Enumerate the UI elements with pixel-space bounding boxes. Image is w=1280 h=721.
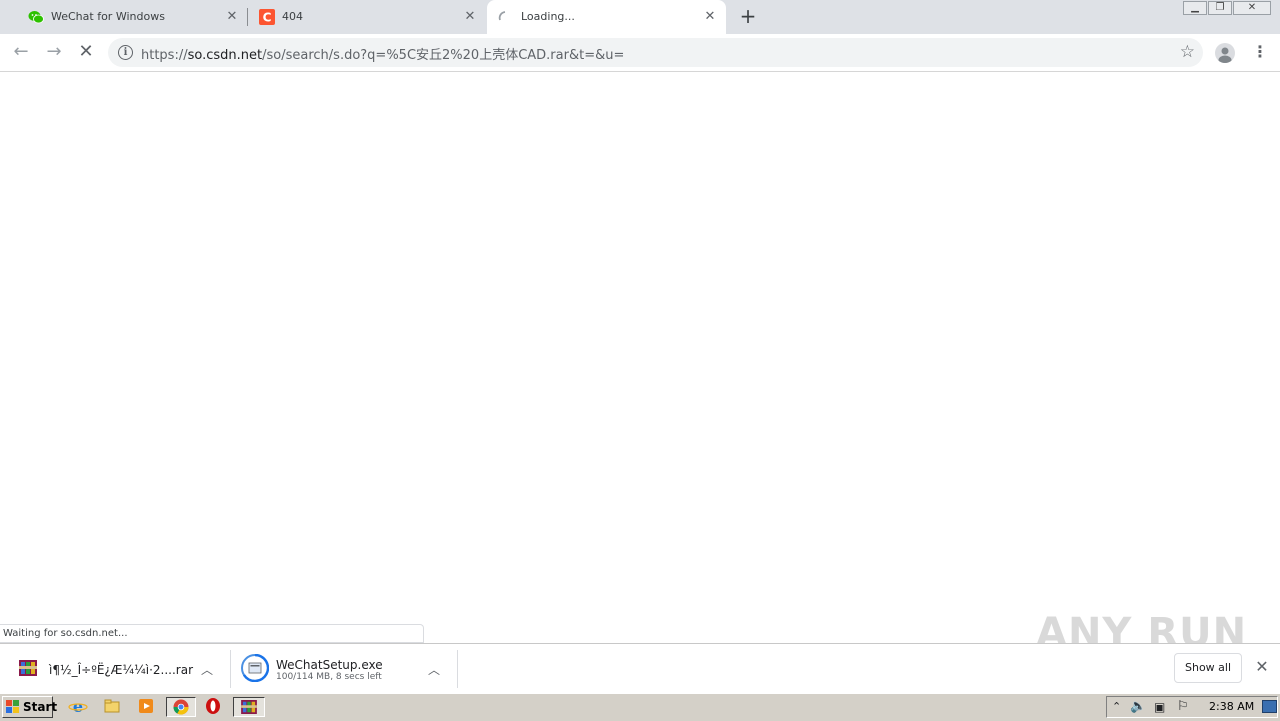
download-item[interactable]: ì¶½_Î÷ºË¿Æ¼¼ì·2....rar ︿ <box>0 644 230 694</box>
chevron-up-icon[interactable]: ︿ <box>201 661 213 678</box>
show-all-button[interactable]: Show all <box>1174 653 1242 683</box>
tab-404[interactable]: C 404 ✕ <box>248 0 486 34</box>
action-center-flag-icon[interactable]: ⚐ <box>1177 699 1189 714</box>
download-filename: WeChatSetup.exe <box>276 658 383 672</box>
url-text[interactable]: https://so.csdn.net/so/search/s.do?q=%5C… <box>141 44 624 63</box>
download-shelf: ì¶½_Î÷ºË¿Æ¼¼ì·2....rar ︿ WeChatSetup.exe… <box>0 643 1280 694</box>
taskbar: Start e ⌃ 🔈 ▣ ⚐ 2:38 AM <box>0 693 1280 721</box>
svg-text:C: C <box>263 11 272 25</box>
browser-toolbar: ← → ✕ i https://so.csdn.net/so/search/s.… <box>0 34 1280 72</box>
minimize-button[interactable]: ▁ <box>1183 1 1207 15</box>
forward-button[interactable]: → <box>43 41 65 63</box>
download-item[interactable]: WeChatSetup.exe 100/114 MB, 8 secs left … <box>231 644 457 694</box>
winrar-taskbar-icon[interactable] <box>233 697 265 717</box>
bookmark-star-icon[interactable]: ☆ <box>1180 42 1195 62</box>
chevron-up-icon[interactable]: ︿ <box>428 661 440 678</box>
tab-title: Loading... <box>521 10 575 23</box>
divider <box>457 650 458 688</box>
url-path: /so/search/s.do?q=%5C安丘2%20上壳体CAD.rar&t=… <box>262 48 625 63</box>
opera-icon[interactable] <box>203 697 225 717</box>
system-tray: ⌃ 🔈 ▣ ⚐ 2:38 AM <box>1106 696 1278 718</box>
media-player-icon[interactable] <box>136 697 158 717</box>
start-label: Start <box>23 700 58 714</box>
loading-spinner-icon <box>498 11 506 21</box>
wechat-icon <box>28 11 44 24</box>
tab-title: WeChat for Windows <box>51 10 165 23</box>
chrome-icon[interactable] <box>166 697 196 717</box>
page-content <box>0 72 1280 624</box>
tab-strip: WeChat for Windows ✕ C 404 ✕ Loading... … <box>0 0 1280 34</box>
download-filename: ì¶½_Î÷ºË¿Æ¼¼ì·2....rar <box>49 663 194 677</box>
tab-title: 404 <box>282 10 303 23</box>
site-info-icon[interactable]: i <box>118 45 133 60</box>
tab-wechat[interactable]: WeChat for Windows ✕ <box>8 0 248 34</box>
close-tab-icon[interactable]: ✕ <box>224 9 240 25</box>
network-icon[interactable]: ▣ <box>1154 700 1165 714</box>
installer-icon <box>241 654 269 682</box>
show-hidden-icons-icon[interactable]: ⌃ <box>1112 700 1121 713</box>
close-tab-icon[interactable]: ✕ <box>462 9 478 25</box>
svg-text:e: e <box>73 697 83 715</box>
internet-explorer-icon[interactable]: e <box>68 697 90 717</box>
download-progress-text: 100/114 MB, 8 secs left <box>276 672 382 682</box>
back-button[interactable]: ← <box>10 41 32 63</box>
close-window-button[interactable]: ✕ <box>1233 1 1271 15</box>
csdn-icon: C <box>259 9 275 25</box>
windows-flag-icon <box>6 700 19 713</box>
start-button[interactable]: Start <box>2 696 57 718</box>
clock[interactable]: 2:38 AM <box>1209 700 1254 713</box>
close-tab-icon[interactable]: ✕ <box>702 9 718 25</box>
url-prefix: https:// <box>141 48 188 63</box>
tab-loading[interactable]: Loading... ✕ <box>487 0 726 34</box>
volume-icon[interactable]: 🔈 <box>1130 699 1146 714</box>
profile-avatar-icon[interactable] <box>1215 43 1235 63</box>
browser-menu-icon[interactable]: ⋮ <box>1252 41 1268 63</box>
close-shelf-icon[interactable]: ✕ <box>1253 658 1271 676</box>
stop-loading-button[interactable]: ✕ <box>75 41 97 63</box>
new-tab-button[interactable]: + <box>738 6 758 26</box>
winrar-icon <box>19 660 37 676</box>
url-host: so.csdn.net <box>187 48 263 63</box>
file-explorer-icon[interactable] <box>102 697 124 717</box>
restore-button[interactable]: ❐ <box>1208 1 1232 15</box>
show-desktop-icon[interactable] <box>1262 700 1277 713</box>
address-bar[interactable]: i https://so.csdn.net/so/search/s.do?q=%… <box>108 38 1203 67</box>
status-bubble: Waiting for so.csdn.net... <box>0 624 424 643</box>
